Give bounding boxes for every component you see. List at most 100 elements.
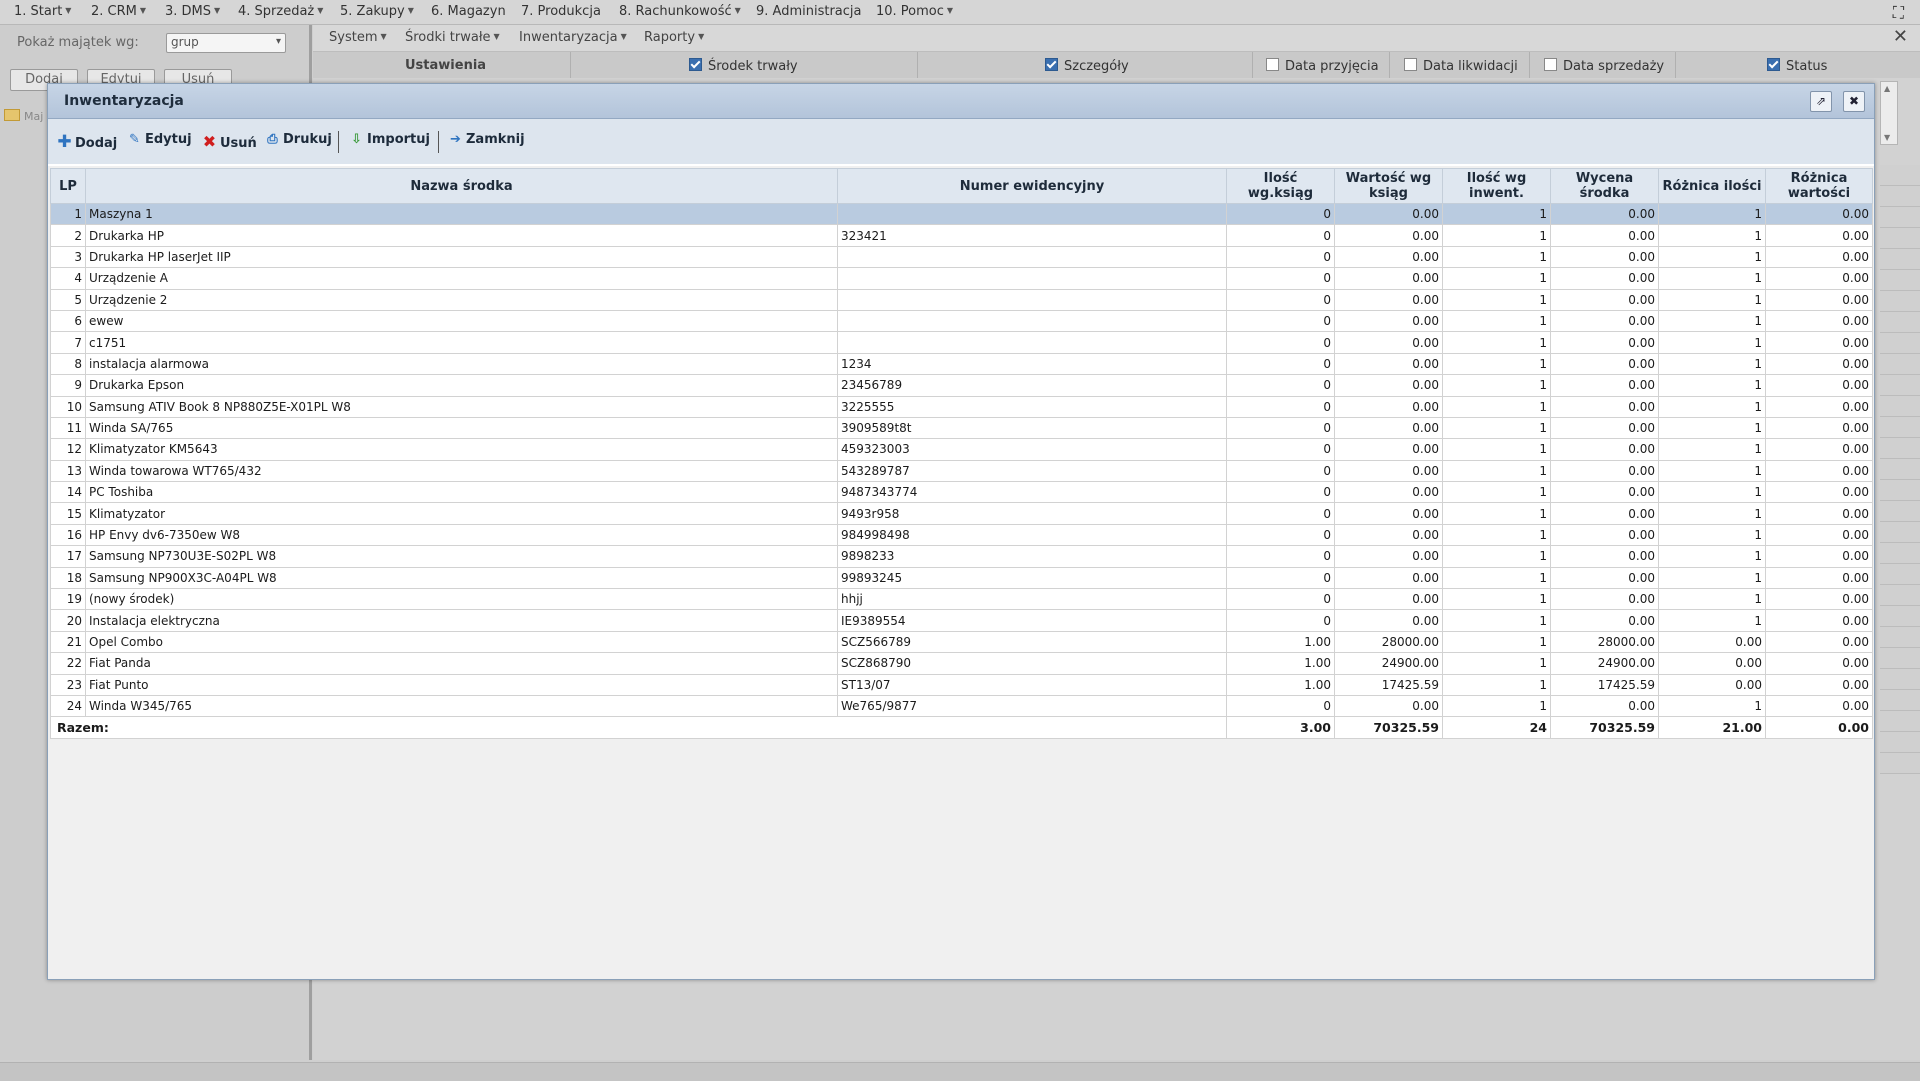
edit-button[interactable]: ✎ Edytuj <box>126 132 192 147</box>
top-menu-item[interactable]: 6. Magazyn <box>431 4 506 19</box>
table-cell: Urządzenie 2 <box>85 288 838 311</box>
table-row[interactable]: 12 Klimatyzator KM5643 459323003 0 0.00 1 0.00… <box>50 438 1873 461</box>
table-row[interactable]: 18 Samsung NP900X3C-A04PL W8 99893245 0 0.00… <box>50 566 1873 590</box>
table-row[interactable]: 2 Drukarka HP 323421 0 0.00 1 0.00 1 0.00 <box>50 224 1873 247</box>
top-menu-item-label: 10. Pomoc <box>876 4 944 19</box>
table-cell: 1234 <box>837 352 1227 376</box>
popout-icon[interactable]: ⇗ <box>1810 91 1832 112</box>
table-cell: 1 <box>1442 374 1551 397</box>
top-menu-item[interactable]: 9. Administracja <box>756 4 862 19</box>
menu-system[interactable]: System ▼ <box>329 30 387 45</box>
dialog-title-bar[interactable]: Inwentaryzacja ⇗ ✖ <box>48 84 1874 119</box>
table-cell: hhjj <box>837 588 1227 611</box>
tree-item[interactable]: Maj <box>4 109 43 123</box>
column-header[interactable]: Wartość wg ksiąg <box>1334 168 1443 204</box>
column-header[interactable]: Nazwa środka <box>85 168 838 204</box>
divider <box>917 52 918 78</box>
top-menu-item[interactable]: 1. Start ▼ <box>14 4 71 19</box>
table-cell: 984998498 <box>837 523 1227 547</box>
table-cell: 0 <box>1226 545 1335 568</box>
option-date-liquidation[interactable]: Data likwidacji <box>1404 58 1518 74</box>
table-row[interactable]: 17 Samsung NP730U3E-S02PL W8 9898233 0 0.00 1… <box>50 545 1873 568</box>
table-cell: 0 <box>1226 609 1335 632</box>
fullscreen-icon[interactable]: ⛶ <box>1893 3 1904 23</box>
top-menu-item[interactable]: 2. CRM ▼ <box>91 4 146 19</box>
group-select[interactable]: grup ▾ <box>166 33 286 53</box>
table-row[interactable]: 1 Maszyna 1 0 0.00 1 0.00 1 0.00 <box>50 202 1873 226</box>
column-header[interactable]: LP <box>50 168 86 204</box>
menu-reports[interactable]: Raporty ▼ <box>644 30 704 45</box>
table-cell: 0.00 <box>1550 588 1659 611</box>
scrollbar[interactable]: ▲ ▼ <box>1880 81 1898 145</box>
table-row[interactable]: 9 Drukarka Epson 23456789 0 0.00 1 0.00 1 0.00 <box>50 374 1873 397</box>
top-menu-item[interactable]: 10. Pomoc ▼ <box>876 4 953 19</box>
table-cell: 0.00 <box>1334 502 1443 525</box>
column-header[interactable]: Różnica wartości <box>1765 168 1873 204</box>
checkbox-icon[interactable] <box>1404 58 1417 71</box>
option-fixed-asset[interactable]: Środek trwały <box>689 58 798 74</box>
table-row[interactable]: 8 instalacja alarmowa 1234 0 0.00 1 0.00 1 0.00 <box>50 352 1873 376</box>
menu-inventory[interactable]: Inwentaryzacja ▼ <box>519 30 627 45</box>
table-cell: 0 <box>1226 288 1335 311</box>
table-cell: 0.00 <box>1658 673 1766 696</box>
table-row[interactable]: 4 Urządzenie A 0 0.00 1 0.00 1 0.00 <box>50 267 1873 290</box>
print-button-label: Drukuj <box>283 132 332 147</box>
table-row[interactable]: 6 ewew 0 0.00 1 0.00 1 0.00 <box>50 309 1873 333</box>
table-cell: (nowy środek) <box>85 588 838 611</box>
column-header[interactable]: Ilość wg.ksiąg <box>1226 168 1335 204</box>
table-cell: 0.00 <box>1550 395 1659 418</box>
column-header[interactable]: Różnica ilości <box>1658 168 1766 204</box>
close-icon[interactable]: ✖ <box>1843 91 1865 112</box>
table-row[interactable]: 7 c1751 0 0.00 1 0.00 1 0.00 <box>50 331 1873 354</box>
top-menu-item[interactable]: 4. Sprzedaż ▼ <box>238 4 323 19</box>
table-row[interactable]: 13 Winda towarowa WT765/432 543289787 0 0.00… <box>50 459 1873 483</box>
close-button[interactable]: ➔ Zamknij <box>447 132 525 147</box>
table-row[interactable]: 5 Urządzenie 2 0 0.00 1 0.00 1 0.00 <box>50 288 1873 311</box>
import-button[interactable]: ⇩ Importuj <box>348 132 430 147</box>
top-menu-item[interactable]: 7. Produkcja <box>521 4 601 19</box>
table-row[interactable]: 20 Instalacja elektryczna IE9389554 0 0.00 1 0… <box>50 609 1873 632</box>
table-row[interactable]: 3 Drukarka HP laserJet IIP 0 0.00 1 0.00 1 0.00 <box>50 245 1873 269</box>
column-header[interactable]: Numer ewidencyjny <box>837 168 1227 204</box>
table-row[interactable]: 24 Winda W345/765 We765/9877 0 0.00 1 0.00 1 0.0… <box>50 694 1873 718</box>
column-header[interactable]: Ilość wg inwent. <box>1442 168 1551 204</box>
menu-fixed-assets[interactable]: Środki trwałe ▼ <box>405 30 500 45</box>
top-menu-item[interactable]: 5. Zakupy ▼ <box>340 4 414 19</box>
table-row[interactable]: 16 HP Envy dv6-7350ew W8 984998498 0 0.00 1 0.… <box>50 523 1873 547</box>
option-status[interactable]: Status <box>1767 58 1827 74</box>
delete-button[interactable]: ✖ Usuń <box>201 132 257 151</box>
checkbox-icon[interactable] <box>1544 58 1557 71</box>
table-cell: 1 <box>1658 438 1766 461</box>
checkbox-icon[interactable] <box>1266 58 1279 71</box>
checkbox-icon[interactable] <box>1767 58 1780 71</box>
add-button[interactable]: ✚ Dodaj <box>56 132 117 152</box>
option-details[interactable]: Szczegóły <box>1045 58 1129 74</box>
table-cell: 0 <box>1226 523 1335 547</box>
top-menu-item[interactable]: 8. Rachunkowość ▼ <box>619 4 741 19</box>
option-date-sale[interactable]: Data sprzedaży <box>1544 58 1664 74</box>
table-row[interactable]: 23 Fiat Punto ST13/07 1.00 17425.59 1 17425.59… <box>50 673 1873 696</box>
checkbox-icon[interactable] <box>1045 58 1058 71</box>
table-cell: IE9389554 <box>837 609 1227 632</box>
table-cell: 10 <box>50 395 86 418</box>
column-header[interactable]: Wycena środka <box>1550 168 1659 204</box>
table-cell: c1751 <box>85 331 838 354</box>
table-row[interactable]: 15 Klimatyzator 9493r958 0 0.00 1 0.00 1 0.00 <box>50 502 1873 525</box>
scroll-down-icon[interactable]: ▼ <box>1884 133 1890 142</box>
top-menu-item[interactable]: 3. DMS ▼ <box>165 4 220 19</box>
option-date-received[interactable]: Data przyjęcia <box>1266 58 1379 74</box>
table-row[interactable]: 21 Opel Combo SCZ566789 1.00 28000.00 1 28000.… <box>50 630 1873 654</box>
total-cell: 3.00 <box>1226 716 1335 739</box>
print-button[interactable]: ⎙ Drukuj <box>264 132 332 147</box>
table-row[interactable]: 11 Winda SA/765 3909589t8t 0 0.00 1 0.00 1 0.00 <box>50 416 1873 440</box>
table-row[interactable]: 19 (nowy środek) hhjj 0 0.00 1 0.00 1 0.00 <box>50 588 1873 611</box>
scroll-up-icon[interactable]: ▲ <box>1884 84 1890 93</box>
checkbox-icon[interactable] <box>689 58 702 71</box>
close-icon[interactable]: ✕ <box>1893 26 1908 47</box>
table-cell: 0 <box>1226 374 1335 397</box>
top-menu-item-label: 5. Zakupy <box>340 4 405 19</box>
table-row[interactable]: 22 Fiat Panda SCZ868790 1.00 24900.00 1 24900.… <box>50 652 1873 675</box>
table-cell: HP Envy dv6-7350ew W8 <box>85 523 838 547</box>
table-row[interactable]: 14 PC Toshiba 9487343774 0 0.00 1 0.00 1 0.00 <box>50 481 1873 504</box>
table-row[interactable]: 10 Samsung ATIV Book 8 NP880Z5E-X01PL W8 3… <box>50 395 1873 418</box>
